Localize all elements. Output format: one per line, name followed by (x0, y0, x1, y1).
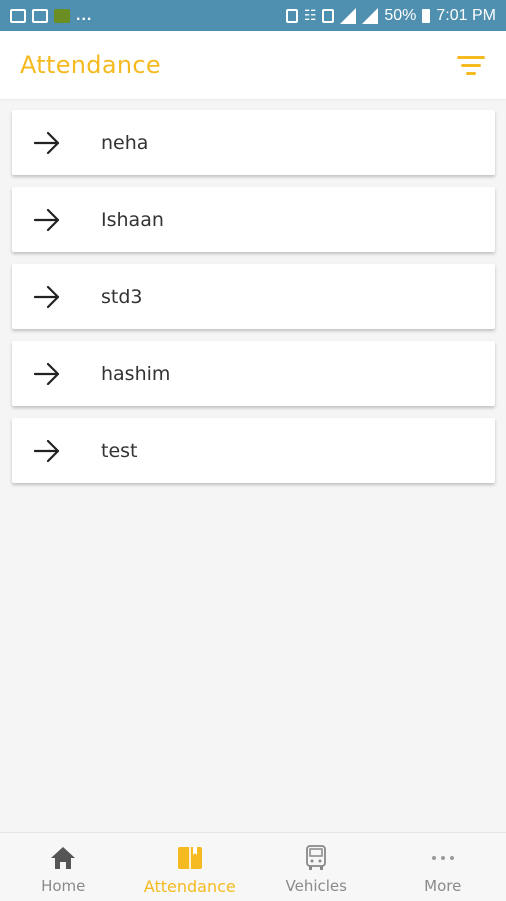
status-bar-right: ☷ 50% 7:01 PM (286, 7, 496, 25)
list-item[interactable]: neha (12, 110, 495, 175)
nav-home-label: Home (41, 877, 85, 895)
nav-vehicles[interactable]: Vehicles (253, 833, 380, 901)
student-name: neha (101, 132, 148, 154)
app-notification-icon (54, 9, 70, 23)
app-bar: Attendance (0, 31, 506, 99)
more-notifications-indicator: ... (76, 7, 92, 25)
book-icon (177, 845, 203, 871)
gallery-notification-icon (10, 9, 26, 23)
list-item[interactable]: hashim (12, 341, 495, 406)
arrow-right-icon (12, 286, 101, 308)
more-dots-icon (431, 845, 455, 871)
list-item[interactable]: Ishaan (12, 187, 495, 252)
status-bar-left: ... (10, 7, 92, 25)
signal2-icon (362, 8, 378, 24)
arrow-right-icon (12, 440, 101, 462)
student-name: test (101, 440, 138, 462)
student-list: neha Ishaan std3 hashim test (12, 110, 495, 495)
signal-icon (340, 8, 356, 24)
status-bar: ... ☷ 50% 7:01 PM (0, 0, 506, 31)
home-icon (50, 845, 76, 871)
bus-icon (304, 845, 328, 871)
nav-home[interactable]: Home (0, 833, 127, 901)
battery-percent: 50% (384, 7, 416, 25)
arrow-right-icon (12, 132, 101, 154)
student-name: Ishaan (101, 209, 164, 231)
clock: 7:01 PM (436, 7, 496, 25)
nav-attendance-label: Attendance (144, 877, 236, 896)
sim2-icon (322, 9, 334, 23)
student-name: std3 (101, 286, 143, 308)
arrow-right-icon (12, 363, 101, 385)
nav-attendance[interactable]: Attendance (127, 833, 254, 901)
wifi-icon: ☷ (304, 7, 317, 24)
arrow-right-icon (12, 209, 101, 231)
nav-more-label: More (424, 877, 461, 895)
filter-icon[interactable] (456, 53, 486, 77)
list-item[interactable]: test (12, 418, 495, 483)
battery-icon (422, 9, 430, 23)
mail-notification-icon (32, 9, 48, 23)
list-item[interactable]: std3 (12, 264, 495, 329)
bottom-navigation: Home Attendance Vehicles More (0, 832, 506, 901)
sim-icon (286, 9, 298, 23)
nav-vehicles-label: Vehicles (286, 877, 347, 895)
nav-more[interactable]: More (380, 833, 506, 901)
student-name: hashim (101, 363, 170, 385)
page-title: Attendance (20, 51, 161, 79)
